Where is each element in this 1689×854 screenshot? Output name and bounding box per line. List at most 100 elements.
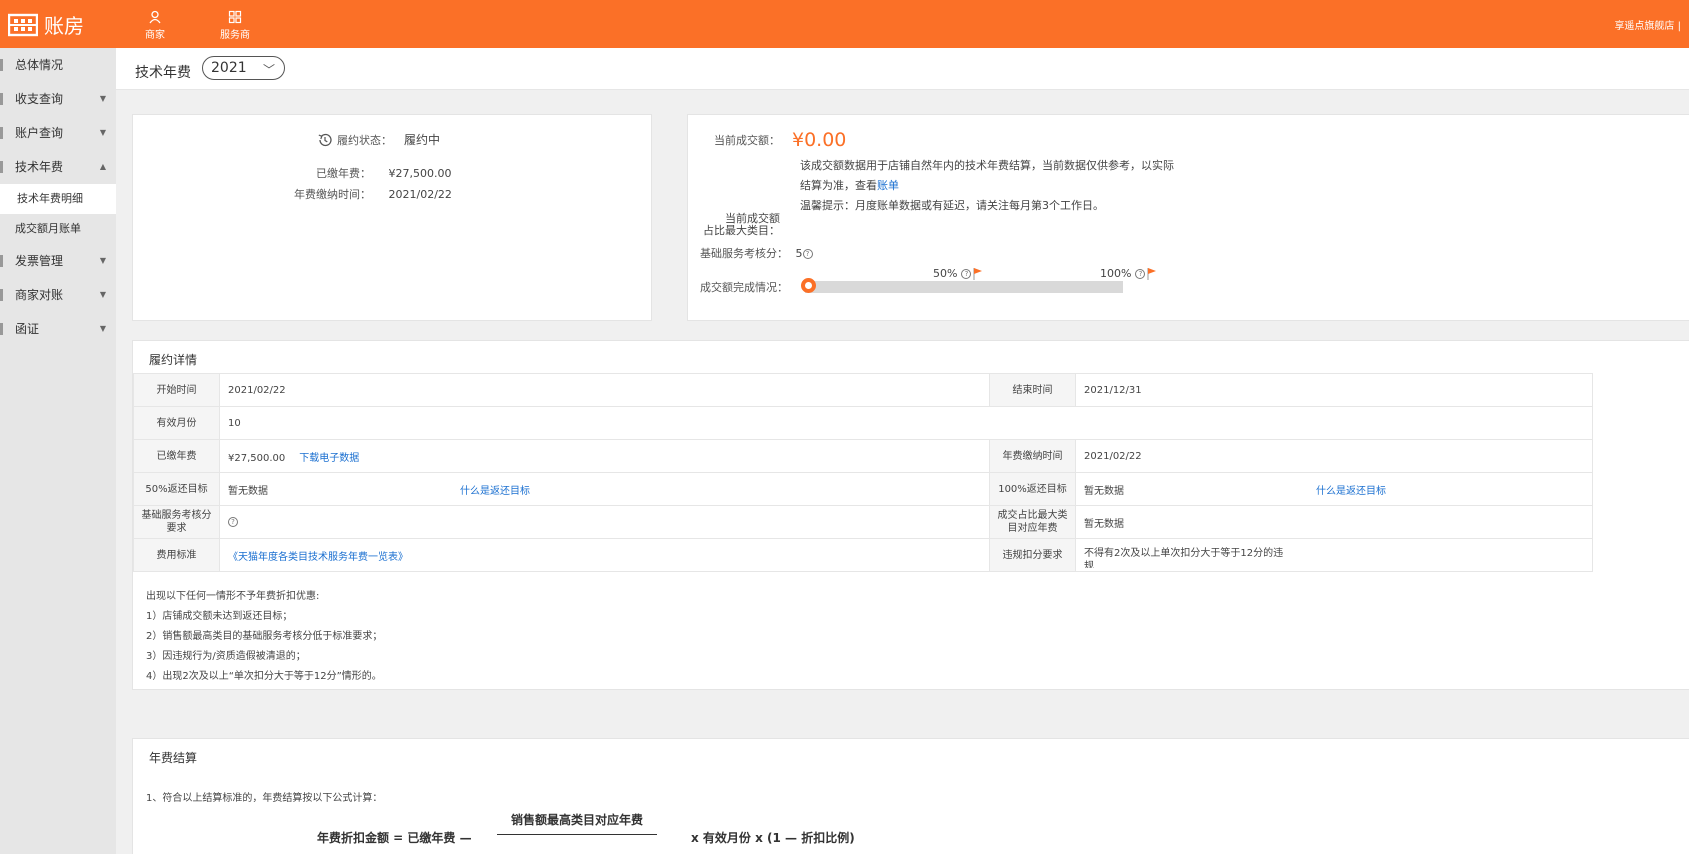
settlement-title: 年费结算 <box>149 751 198 765</box>
sidebar-marker <box>0 93 3 105</box>
detail-table: 开始时间 2021/02/22 结束时间 2021/12/31 有效月份 10 … <box>133 373 1593 572</box>
service-score-label: 基础服务考核分： <box>700 247 788 260</box>
status-label: 履约状态： <box>337 133 392 147</box>
sidebar-item-overview[interactable]: 总体情况 <box>0 48 116 82</box>
caret-up-icon: ▲ <box>99 162 106 171</box>
flag-icon <box>1147 267 1157 280</box>
table-row: 有效月份 10 <box>133 406 1593 440</box>
months-value: 10 <box>219 406 1593 440</box>
formula-left: 年费折扣金额 = 已缴年费 — <box>317 831 472 845</box>
table-row: 已缴年费 ¥27,500.00 下载电子数据 年费缴纳时间 2021/02/22 <box>133 439 1593 473</box>
formula-numerator: 销售额最高类目对应年费 <box>497 811 657 835</box>
settlement-intro: 1、符合以上结算标准的，年费结算按以下公式计算： <box>146 793 383 804</box>
pay-time-value: 2021/02/22 <box>1075 439 1593 473</box>
caret-down-icon: ▼ <box>99 128 106 137</box>
year-select[interactable]: 2021 ﹀ <box>202 56 285 80</box>
table-row: 开始时间 2021/02/22 结束时间 2021/12/31 <box>133 373 1593 407</box>
sidebar-subitem-fee-detail[interactable]: 技术年费明细 <box>0 184 116 214</box>
help-icon[interactable]: ? <box>228 516 238 527</box>
nav-provider-label: 服务商 <box>220 30 250 41</box>
bill-link[interactable]: 账单 <box>877 179 899 192</box>
flag-icon <box>973 267 983 280</box>
shop-name[interactable]: 享遥点旗舰店 | <box>1614 17 1681 32</box>
sidebar-marker <box>0 127 3 139</box>
sidebar-subitem-monthly-bill[interactable]: 成交额月账单 <box>0 214 116 244</box>
sales-desc-line2: 结算为准，查看 <box>800 179 877 192</box>
current-sales-value: ¥0.00 <box>792 129 847 151</box>
score-req-label: 基础服务考核分要求 <box>133 505 220 539</box>
max-cat-value: 暂无数据 <box>1075 505 1593 539</box>
top-bar: 账房 商家 服务商 享遥点旗舰店 | <box>0 0 1689 48</box>
what-is-target-link[interactable]: 什么是返还目标 <box>1316 486 1386 497</box>
end-value: 2021/12/31 <box>1075 373 1593 407</box>
note-item: 2）销售额最高类目的基础服务考核分低于标准要求； <box>146 631 383 642</box>
sidebar-item-confirmation[interactable]: 函证 ▼ <box>0 312 116 346</box>
help-icon[interactable]: ? <box>961 268 972 279</box>
nav-merchant-label: 商家 <box>145 30 165 41</box>
progress-knob <box>801 278 816 293</box>
note-item: 1）店铺成交额未达到返还目标； <box>146 611 293 622</box>
sidebar-marker <box>0 323 3 335</box>
history-icon <box>318 133 332 146</box>
sidebar: 总体情况 收支查询 ▼ 账户查询 ▼ 技术年费 ▲ 技术年费明细 成交额月账单 发票管… <box>0 48 116 854</box>
page-header: 技术年费 2021 ﹀ <box>116 48 1689 90</box>
status-value: 履约中 <box>404 133 441 147</box>
target50-value: 暂无数据 <box>228 485 268 497</box>
sidebar-item-reconcile[interactable]: 商家对账 ▼ <box>0 278 116 312</box>
sidebar-item-account[interactable]: 账户查询 ▼ <box>0 116 116 150</box>
violation-label: 违规扣分要求 <box>989 538 1076 572</box>
nav-merchant[interactable]: 商家 <box>130 10 180 41</box>
sales-progress-bar <box>805 281 1123 293</box>
sidebar-marker <box>0 161 3 173</box>
table-row: 基础服务考核分要求 ? 成交占比最大类目对应年费 暂无数据 <box>133 505 1593 539</box>
sidebar-marker <box>0 289 3 301</box>
sidebar-subitem-label: 成交额月账单 <box>15 222 81 235</box>
reminder-text: 温馨提示：月度账单数据或有延迟，请关注每月第3个工作日。 <box>800 199 1104 212</box>
current-sales-label: 当前成交额： <box>714 134 780 147</box>
detail-title: 履约详情 <box>149 353 198 367</box>
note-item: 出现以下任何一情形不予年费折扣优惠: <box>146 591 320 602</box>
download-data-link[interactable]: 下载电子数据 <box>299 453 359 464</box>
caret-down-icon: ▼ <box>99 290 106 299</box>
sidebar-item-label: 发票管理 <box>15 254 64 268</box>
main-content: 技术年费 2021 ﹀ 履约状态： 履约中 已缴年费： ¥27,500.00 年… <box>116 48 1689 854</box>
target100-value: 暂无数据 <box>1084 485 1124 497</box>
help-icon[interactable]: ? <box>1135 268 1146 279</box>
paid-label: 已缴年费 <box>133 439 220 473</box>
caret-down-icon: ▼ <box>99 324 106 333</box>
logo[interactable]: 账房 <box>8 10 84 39</box>
start-label: 开始时间 <box>133 373 220 407</box>
fee-std-link[interactable]: 《天猫年度各类目技术服务年费一览表》 <box>228 552 408 563</box>
page-title: 技术年费 <box>135 65 191 81</box>
what-is-target-link[interactable]: 什么是返还目标 <box>460 486 530 497</box>
sidebar-marker <box>0 59 3 71</box>
pay-time-label: 年费缴纳时间 <box>989 439 1076 473</box>
pay-time-value: 2021/02/22 <box>388 188 452 201</box>
end-label: 结束时间 <box>989 373 1076 407</box>
service-score-value: 5 <box>795 247 803 260</box>
sidebar-item-income[interactable]: 收支查询 ▼ <box>0 82 116 116</box>
caret-down-icon: ▼ <box>99 256 106 265</box>
sidebar-item-invoice[interactable]: 发票管理 ▼ <box>0 244 116 278</box>
formula-right: x 有效月份 x (1 — 折扣比例) <box>691 831 855 845</box>
ratio-label-line2: 占比最大类目： <box>703 224 780 237</box>
mark-50-label: 50% <box>933 267 958 280</box>
fee-std-label: 费用标准 <box>133 538 220 572</box>
caret-down-icon: ▼ <box>99 94 106 103</box>
detail-card: 履约详情 开始时间 2021/02/22 结束时间 2021/12/31 有效月… <box>132 340 1689 690</box>
nav-provider[interactable]: 服务商 <box>210 10 260 41</box>
max-cat-label: 成交占比最大类目对应年费 <box>989 505 1076 539</box>
sidebar-item-label: 商家对账 <box>15 288 64 302</box>
paid-value: ¥27,500.00 <box>228 452 286 464</box>
help-icon[interactable]: ? <box>802 249 813 259</box>
months-label: 有效月份 <box>133 406 220 440</box>
sidebar-item-tech-fee[interactable]: 技术年费 ▲ <box>0 150 116 184</box>
logo-text: 账房 <box>44 14 84 38</box>
sidebar-marker <box>0 255 3 267</box>
contract-status-card: 履约状态： 履约中 已缴年费： ¥27,500.00 年费缴纳时间： 2021/… <box>132 114 652 321</box>
note-item: 4）出现2次及以上“单次扣分大于等于12分”情形的。 <box>146 671 382 682</box>
paid-fee-label: 已缴年费： <box>316 167 371 180</box>
table-row: 费用标准 《天猫年度各类目技术服务年费一览表》 违规扣分要求 不得有2次及以上单… <box>133 538 1593 572</box>
mark-100-label: 100% <box>1100 267 1132 280</box>
year-select-value: 2021 <box>211 60 247 76</box>
